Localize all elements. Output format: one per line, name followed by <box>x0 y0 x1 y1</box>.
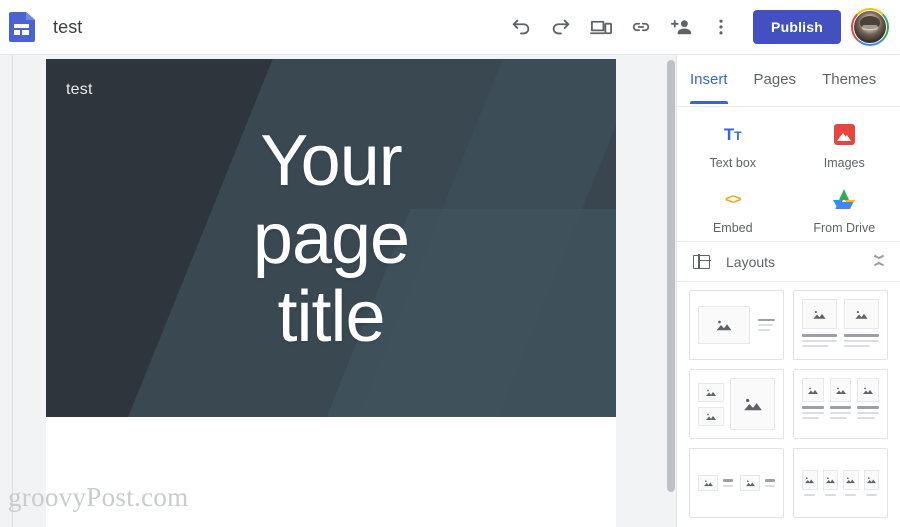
collapse-chevrons-icon[interactable] <box>872 255 886 269</box>
image-placeholder-icon <box>698 306 750 344</box>
preview-button[interactable] <box>581 7 621 47</box>
image-placeholder-icon <box>857 378 880 402</box>
image-placeholder-icon <box>829 378 852 402</box>
image-placeholder-icon <box>843 470 859 490</box>
undo-button[interactable] <box>501 7 541 47</box>
image-placeholder-icon <box>698 475 718 491</box>
preview-devices-icon <box>589 16 613 39</box>
embed-code-icon: <> <box>724 190 742 208</box>
text-lines <box>857 406 880 419</box>
share-button[interactable] <box>661 7 701 47</box>
text-lines <box>723 479 733 487</box>
page-banner[interactable]: test Your page title <box>46 59 616 417</box>
insert-from-drive[interactable]: From Drive <box>789 186 900 235</box>
page-canvas[interactable]: test Your page title <box>46 59 616 527</box>
image-placeholder-icon <box>698 382 724 402</box>
editor-canvas-area: test Your page title <box>0 55 676 527</box>
insert-from-drive-label: From Drive <box>813 221 876 235</box>
canvas-gutter-divider <box>12 55 13 527</box>
page-body-empty-area[interactable] <box>46 417 616 527</box>
google-drive-icon <box>831 186 857 212</box>
insert-items-grid: TT Text box Images <> Embed From Drive <box>677 107 900 242</box>
scrollbar-thumb[interactable] <box>667 60 675 492</box>
avatar[interactable] <box>851 8 889 46</box>
layouts-list <box>677 282 900 518</box>
image-placeholder-icon <box>740 475 760 491</box>
text-lines <box>802 406 824 419</box>
google-sites-editor: test Publish test Your page title groovy… <box>0 0 900 527</box>
text-lines <box>844 334 879 347</box>
image-placeholder-icon <box>822 470 838 490</box>
layout-option-two-images-with-captions[interactable] <box>793 290 888 360</box>
panel-tab-bar: Insert Pages Themes <box>677 55 900 107</box>
layout-option-three-columns-image-text[interactable] <box>793 369 888 439</box>
insert-text-box-label: Text box <box>709 156 757 170</box>
right-side-panel: Insert Pages Themes TT Text box Images <… <box>676 55 900 527</box>
undo-icon <box>510 16 532 38</box>
site-name[interactable]: test <box>66 81 93 99</box>
image-placeholder-icon <box>802 378 824 402</box>
tab-themes[interactable]: Themes <box>822 71 876 104</box>
avatar-photo <box>853 10 887 44</box>
copy-link-button[interactable] <box>621 7 661 47</box>
images-icon <box>831 121 857 147</box>
tab-insert[interactable]: Insert <box>690 71 728 104</box>
text-lines <box>802 334 837 347</box>
layouts-section-header[interactable]: Layouts <box>677 242 900 282</box>
insert-embed[interactable]: <> Embed <box>677 186 789 236</box>
more-options-button[interactable] <box>701 7 741 47</box>
image-placeholder-icon <box>802 470 818 490</box>
top-toolbar: test Publish <box>0 0 900 55</box>
layout-option-two-pairs-image-text[interactable] <box>689 448 784 518</box>
redo-icon <box>550 16 572 38</box>
insert-images[interactable]: Images <box>789 121 900 170</box>
layout-option-four-images-row[interactable] <box>793 448 888 518</box>
insert-text-box[interactable]: TT Text box <box>677 121 789 171</box>
tab-pages[interactable]: Pages <box>754 71 797 104</box>
layouts-title: Layouts <box>726 253 776 270</box>
layout-grid-icon <box>693 253 711 270</box>
google-sites-icon[interactable] <box>9 12 35 42</box>
insert-images-label: Images <box>823 156 865 170</box>
text-lines <box>758 318 775 332</box>
text-lines <box>829 406 852 419</box>
logo-glyph <box>14 24 29 35</box>
image-placeholder-icon <box>802 299 837 329</box>
layout-option-image-left-text-right[interactable] <box>689 290 784 360</box>
text-lines <box>765 479 775 487</box>
image-placeholder-icon <box>730 378 775 430</box>
redo-button[interactable] <box>541 7 581 47</box>
copy-link-icon <box>630 16 652 38</box>
image-placeholder-icon <box>698 406 724 426</box>
text-box-icon: TT <box>723 124 742 144</box>
publish-button[interactable]: Publish <box>753 10 841 44</box>
editor-scrollbar[interactable] <box>666 55 676 527</box>
layout-option-two-small-images-one-large[interactable] <box>689 369 784 439</box>
insert-embed-label: Embed <box>712 221 753 235</box>
image-placeholder-icon <box>863 470 879 490</box>
page-title[interactable]: Your page title <box>211 122 451 356</box>
image-placeholder-icon <box>844 299 879 329</box>
add-person-icon <box>670 16 693 39</box>
document-title[interactable]: test <box>53 17 82 38</box>
more-vertical-icon <box>711 17 731 37</box>
